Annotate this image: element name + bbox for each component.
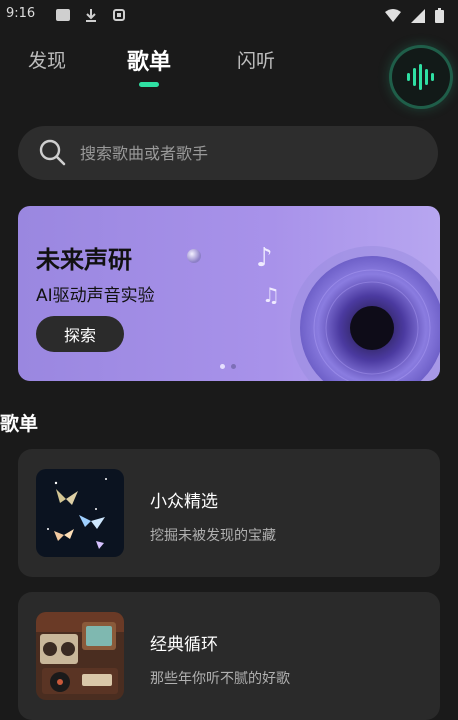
tab-discover[interactable]: 发现 [28, 46, 66, 73]
status-icons-right [385, 8, 444, 23]
promo-banner[interactable]: ♪ ♫ 未来声研 AI驱动声音实验 探索 [18, 206, 440, 381]
section-title-playlists: 歌单 [0, 413, 39, 435]
signal-icon [411, 8, 425, 23]
search-bar[interactable] [18, 126, 438, 180]
svg-text:♫: ♫ [262, 283, 280, 307]
banner-title: 未来声研 [36, 246, 132, 274]
playlist-title: 小众精选 [150, 492, 218, 512]
playlist-title: 经典循环 [150, 635, 218, 655]
explore-button[interactable]: 探索 [36, 316, 124, 352]
voice-recognition-button[interactable] [392, 48, 450, 106]
banner-pagination [220, 364, 236, 369]
banner-subtitle: AI驱动声音实验 [36, 286, 155, 306]
android-icon [113, 9, 125, 21]
svg-text:♪: ♪ [256, 243, 273, 273]
retro-radio-tv-image [36, 612, 124, 700]
search-input[interactable] [78, 142, 402, 164]
wifi-icon [385, 8, 401, 22]
glowing-butterflies-image [36, 469, 124, 557]
playlist-subtitle: 挖掘未被发现的宝藏 [150, 528, 276, 544]
status-icons-left [56, 8, 126, 22]
battery-icon [435, 8, 444, 23]
pagination-dot-active [220, 364, 225, 369]
status-bar: 9:16 [0, 0, 458, 30]
status-time: 9:16 [6, 6, 36, 21]
pagination-dot [231, 364, 236, 369]
search-icon [39, 139, 66, 166]
download-icon [86, 9, 96, 22]
tab-playlist[interactable]: 歌单 [127, 44, 171, 76]
playlist-subtitle: 那些年你听不腻的好歌 [150, 671, 290, 687]
sound-wave-icon [407, 64, 434, 90]
active-tab-indicator [139, 82, 159, 87]
notification-square-icon [56, 9, 70, 21]
playlist-card[interactable]: 小众精选 挖掘未被发现的宝藏 [18, 449, 440, 577]
playlist-card[interactable]: 经典循环 那些年你听不腻的好歌 [18, 592, 440, 720]
top-tabs: 发现 歌单 闪听 [0, 42, 458, 92]
tab-flash-listen[interactable]: 闪听 [237, 46, 275, 73]
